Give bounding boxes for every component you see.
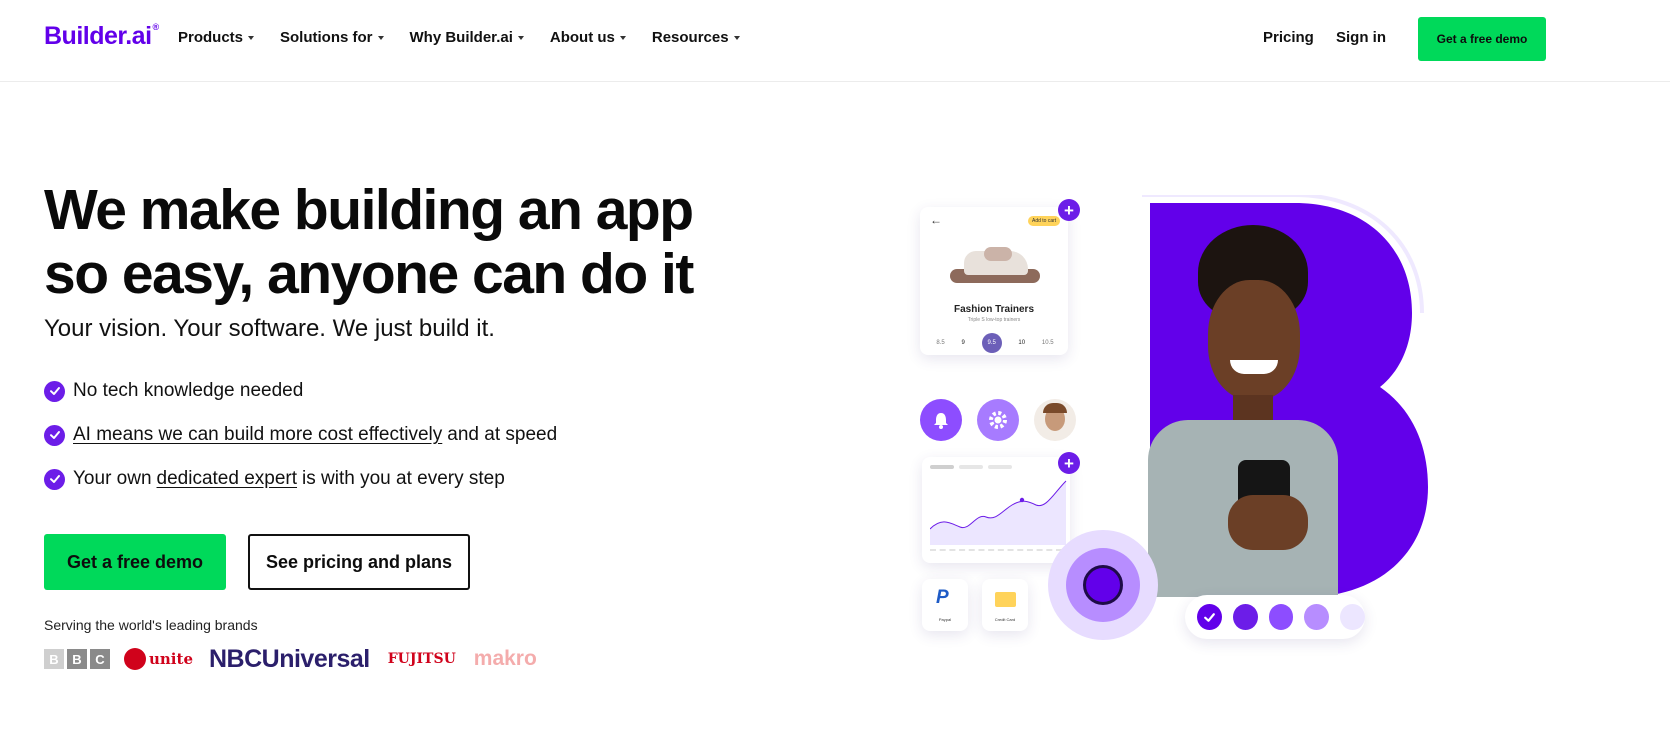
size-option[interactable]: 10.5 bbox=[1042, 340, 1054, 346]
swatch[interactable] bbox=[1232, 604, 1258, 630]
builder-logo[interactable]: Builder.ai® bbox=[44, 22, 159, 51]
serving-text: Serving the world's leading brands bbox=[44, 617, 258, 633]
size-option[interactable]: 8.5 bbox=[936, 340, 944, 346]
back-arrow-icon[interactable]: ← bbox=[930, 213, 942, 227]
product-title: Fashion Trainers bbox=[953, 304, 1035, 315]
caret-down-icon bbox=[733, 36, 740, 40]
get-demo-button[interactable]: Get a free demo bbox=[44, 534, 226, 590]
dedicated-expert-link[interactable]: dedicated expert bbox=[157, 468, 298, 490]
feature-text: is with you at every step bbox=[302, 468, 505, 489]
woman-photo bbox=[1138, 225, 1338, 597]
nbcuniversal-logo: NBCUniversal bbox=[208, 644, 370, 673]
check-icon bbox=[44, 468, 65, 490]
plus-icon[interactable]: + bbox=[1058, 452, 1080, 474]
hero-subtitle: Your vision. Your software. We just buil… bbox=[44, 315, 495, 342]
swatch[interactable] bbox=[1268, 604, 1294, 630]
fujitsu-logo: FUJITSU bbox=[387, 651, 456, 667]
product-subtitle: Triple S low-top trainers bbox=[967, 317, 1021, 323]
credit-card-icon bbox=[995, 592, 1016, 607]
size-option[interactable]: 9 bbox=[962, 340, 965, 346]
add-to-cart-badge[interactable]: Add to cart bbox=[1028, 216, 1061, 226]
stats-card bbox=[922, 457, 1070, 563]
caret-down-icon bbox=[248, 36, 255, 40]
feature-item: AI means we can build more cost effectiv… bbox=[44, 424, 557, 446]
check-icon bbox=[44, 424, 65, 446]
nav-why-builder[interactable]: Why Builder.ai bbox=[410, 29, 524, 46]
credit-card-label: Credit Card bbox=[994, 617, 1016, 622]
ai-cost-link[interactable]: AI means we can build more cost effectiv… bbox=[73, 424, 442, 446]
size-option-selected[interactable]: 9.5 bbox=[981, 333, 1002, 353]
nav-products[interactable]: Products bbox=[178, 29, 255, 46]
sign-in-link[interactable]: Sign in bbox=[1336, 29, 1386, 46]
site-header: Builder.ai® Products Solutions for Why B… bbox=[0, 0, 1670, 82]
product-card[interactable]: ← Add to cart Fashion Trainers Triple S … bbox=[920, 207, 1068, 355]
caret-down-icon bbox=[517, 36, 524, 40]
gear-icon[interactable] bbox=[977, 399, 1019, 441]
paypal-icon: P bbox=[936, 587, 949, 608]
feature-item: No tech knowledge needed bbox=[44, 380, 557, 402]
feature-text: No tech knowledge needed bbox=[73, 380, 304, 401]
caret-down-icon bbox=[619, 36, 626, 40]
size-option[interactable]: 10 bbox=[1018, 340, 1025, 346]
header-demo-button[interactable]: Get a free demo bbox=[1418, 17, 1546, 61]
swatch[interactable] bbox=[1340, 604, 1365, 630]
credit-card-card[interactable]: Credit Card bbox=[982, 579, 1028, 631]
trend-line-graph bbox=[930, 480, 1067, 545]
bell-icon[interactable] bbox=[920, 399, 962, 441]
plus-icon[interactable]: + bbox=[1058, 199, 1080, 221]
swatch[interactable] bbox=[1304, 604, 1330, 630]
feature-text: Your own bbox=[73, 468, 152, 489]
avatar[interactable] bbox=[1034, 399, 1076, 441]
see-pricing-button[interactable]: See pricing and plans bbox=[248, 534, 470, 590]
caret-down-icon bbox=[377, 36, 384, 40]
paypal-label: Paypal bbox=[938, 617, 952, 622]
feature-text: and at speed bbox=[447, 424, 558, 445]
bbc-logo: BBC bbox=[44, 649, 110, 669]
hero-illustration: ← Add to cart Fashion Trainers Triple S … bbox=[920, 195, 1440, 675]
pricing-link[interactable]: Pricing bbox=[1263, 29, 1314, 46]
check-icon bbox=[44, 380, 65, 402]
size-selector: 8.5 9 9.5 10 10.5 bbox=[928, 333, 1062, 353]
main-nav: Products Solutions for Why Builder.ai Ab… bbox=[178, 29, 766, 46]
brand-logos: BBC unite NBCUniversal FUJITSU makro bbox=[44, 644, 537, 674]
nav-solutions[interactable]: Solutions for bbox=[280, 29, 384, 46]
feature-item: Your own dedicated expert is with you at… bbox=[44, 468, 557, 490]
color-swatches bbox=[1185, 595, 1365, 639]
makro-logo: makro bbox=[473, 647, 537, 670]
target-circle bbox=[1048, 530, 1158, 640]
check-icon bbox=[1203, 612, 1215, 622]
swatch-selected[interactable] bbox=[1197, 604, 1222, 630]
sneaker-image bbox=[950, 245, 1040, 287]
feature-list: No tech knowledge needed AI means we can… bbox=[44, 380, 557, 512]
nav-about-us[interactable]: About us bbox=[550, 29, 626, 46]
virgin-unite-logo: unite bbox=[124, 648, 193, 670]
paypal-card[interactable]: P Paypal bbox=[922, 579, 968, 631]
hero-title: We make building an app so easy, anyone … bbox=[44, 178, 694, 306]
nav-resources[interactable]: Resources bbox=[652, 29, 740, 46]
